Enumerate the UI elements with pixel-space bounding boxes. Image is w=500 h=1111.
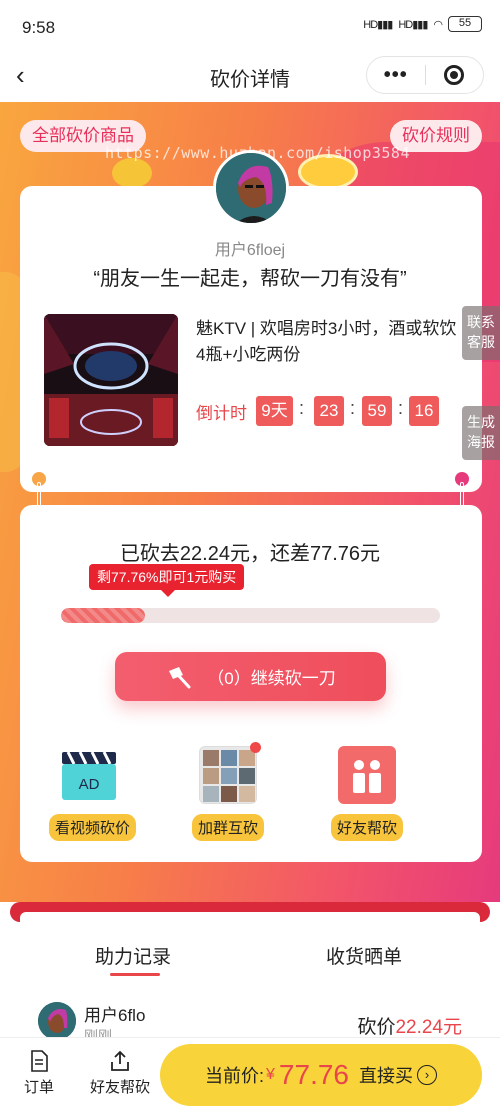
user-name: 用户6floej <box>214 242 286 259</box>
buy-now-button[interactable]: 当前价: ¥ 77.76 直接买 › <box>160 1044 482 1106</box>
status-time: 9:58 <box>22 18 56 37</box>
continue-bargain-button[interactable]: （0）继续砍一刀 <box>115 652 386 701</box>
watch-video-label: 看视频砍价 <box>49 814 137 841</box>
product-image[interactable] <box>44 314 178 446</box>
currency-symbol: ¥ <box>266 1066 275 1083</box>
group-grid-icon <box>199 742 261 804</box>
video-ad-icon: AD <box>60 746 118 804</box>
target-icon[interactable] <box>426 65 484 85</box>
user-slogan: “朋友一生一起走，帮砍一刀有没有” <box>93 268 407 290</box>
countdown-hours: 23 <box>314 396 344 426</box>
record-avatar <box>38 1002 76 1040</box>
friends-icon <box>338 746 396 804</box>
record-amount-value: 22.24元 <box>395 1017 462 1038</box>
countdown-colon: : <box>398 398 404 418</box>
countdown-seconds: 16 <box>409 396 439 426</box>
signal-icon-2: HD▮▮▮ <box>398 18 428 31</box>
friend-bargain-button[interactable]: 好友帮砍 <box>327 746 407 841</box>
signal-icon: HD▮▮▮ <box>363 18 393 31</box>
friend-bargain-label: 好友帮砍 <box>330 814 403 841</box>
tab-delivery-reviews[interactable]: 收货晒单 <box>326 942 402 969</box>
mini-program-capsule: ••• <box>366 56 484 94</box>
current-price-label: 当前价: <box>205 1066 265 1086</box>
status-bar: 9:58 HD▮▮▮ HD▮▮▮ ◠ 55 <box>0 0 500 50</box>
battery-icon: 55 <box>448 16 482 32</box>
tab-active-indicator <box>110 973 160 976</box>
countdown-label: 倒计时 <box>196 404 247 423</box>
hammer-icon <box>169 666 191 688</box>
chevron-right-circle-icon: › <box>417 1065 437 1085</box>
watch-video-bargain-button[interactable]: AD 看视频砍价 <box>49 746 137 841</box>
countdown-colon: : <box>299 398 305 418</box>
orders-button[interactable]: 订单 <box>24 1050 54 1097</box>
avatar <box>213 150 289 226</box>
progress-fill <box>61 608 146 623</box>
page: 9:58 HD▮▮▮ HD▮▮▮ ◠ 55 ‹ 砍价详情 ••• 全部砍价商品 … <box>0 0 500 1111</box>
continue-bargain-label: （0）继续砍一刀 <box>207 669 336 688</box>
share-button[interactable]: 好友帮砍 <box>90 1050 150 1097</box>
join-group-label: 加群互砍 <box>191 814 264 841</box>
wifi-icon: ◠ <box>433 18 443 31</box>
generate-poster-button[interactable]: 生成海报 <box>462 406 500 460</box>
orders-label: 订单 <box>24 1079 55 1096</box>
progress-bar <box>61 608 440 623</box>
status-icons: HD▮▮▮ HD▮▮▮ ◠ 55 <box>363 16 482 32</box>
coin-decor-icon <box>112 158 152 188</box>
share-label: 好友帮砍 <box>90 1079 151 1096</box>
notification-dot <box>250 742 261 753</box>
document-icon <box>31 1050 48 1072</box>
buy-now-label: 直接买 <box>359 1066 413 1086</box>
record-user-name: 用户6flo <box>84 1006 146 1025</box>
join-group-bargain-button[interactable]: 加群互砍 <box>188 742 268 841</box>
record-amount: 砍价22.24元 <box>357 1012 462 1039</box>
progress-tip: 剩77.76%即可1元购买 <box>89 564 245 597</box>
contact-service-button[interactable]: 联系客服 <box>462 306 500 360</box>
product-title: 魅KTV | 欢唱房时3小时，酒或软饮4瓶+小吃两份 <box>196 319 457 364</box>
countdown-minutes: 59 <box>362 396 392 426</box>
nav-bar: ‹ 砍价详情 ••• <box>0 50 500 102</box>
countdown-colon: : <box>350 398 356 418</box>
record-amount-label: 砍价 <box>357 1017 396 1038</box>
current-price: 77.76 <box>278 1059 349 1090</box>
tab-help-records[interactable]: 助力记录 <box>95 942 171 969</box>
bottom-bar: 订单 好友帮砍 当前价: ¥ 77.76 直接买 › <box>0 1037 500 1111</box>
share-icon <box>111 1050 129 1071</box>
countdown-days: 9天 <box>256 396 293 426</box>
svg-text:AD: AD <box>79 776 100 793</box>
more-dots-icon[interactable]: ••• <box>367 64 425 87</box>
bargain-summary: 已砍去22.24元，还差77.76元 <box>119 543 381 565</box>
